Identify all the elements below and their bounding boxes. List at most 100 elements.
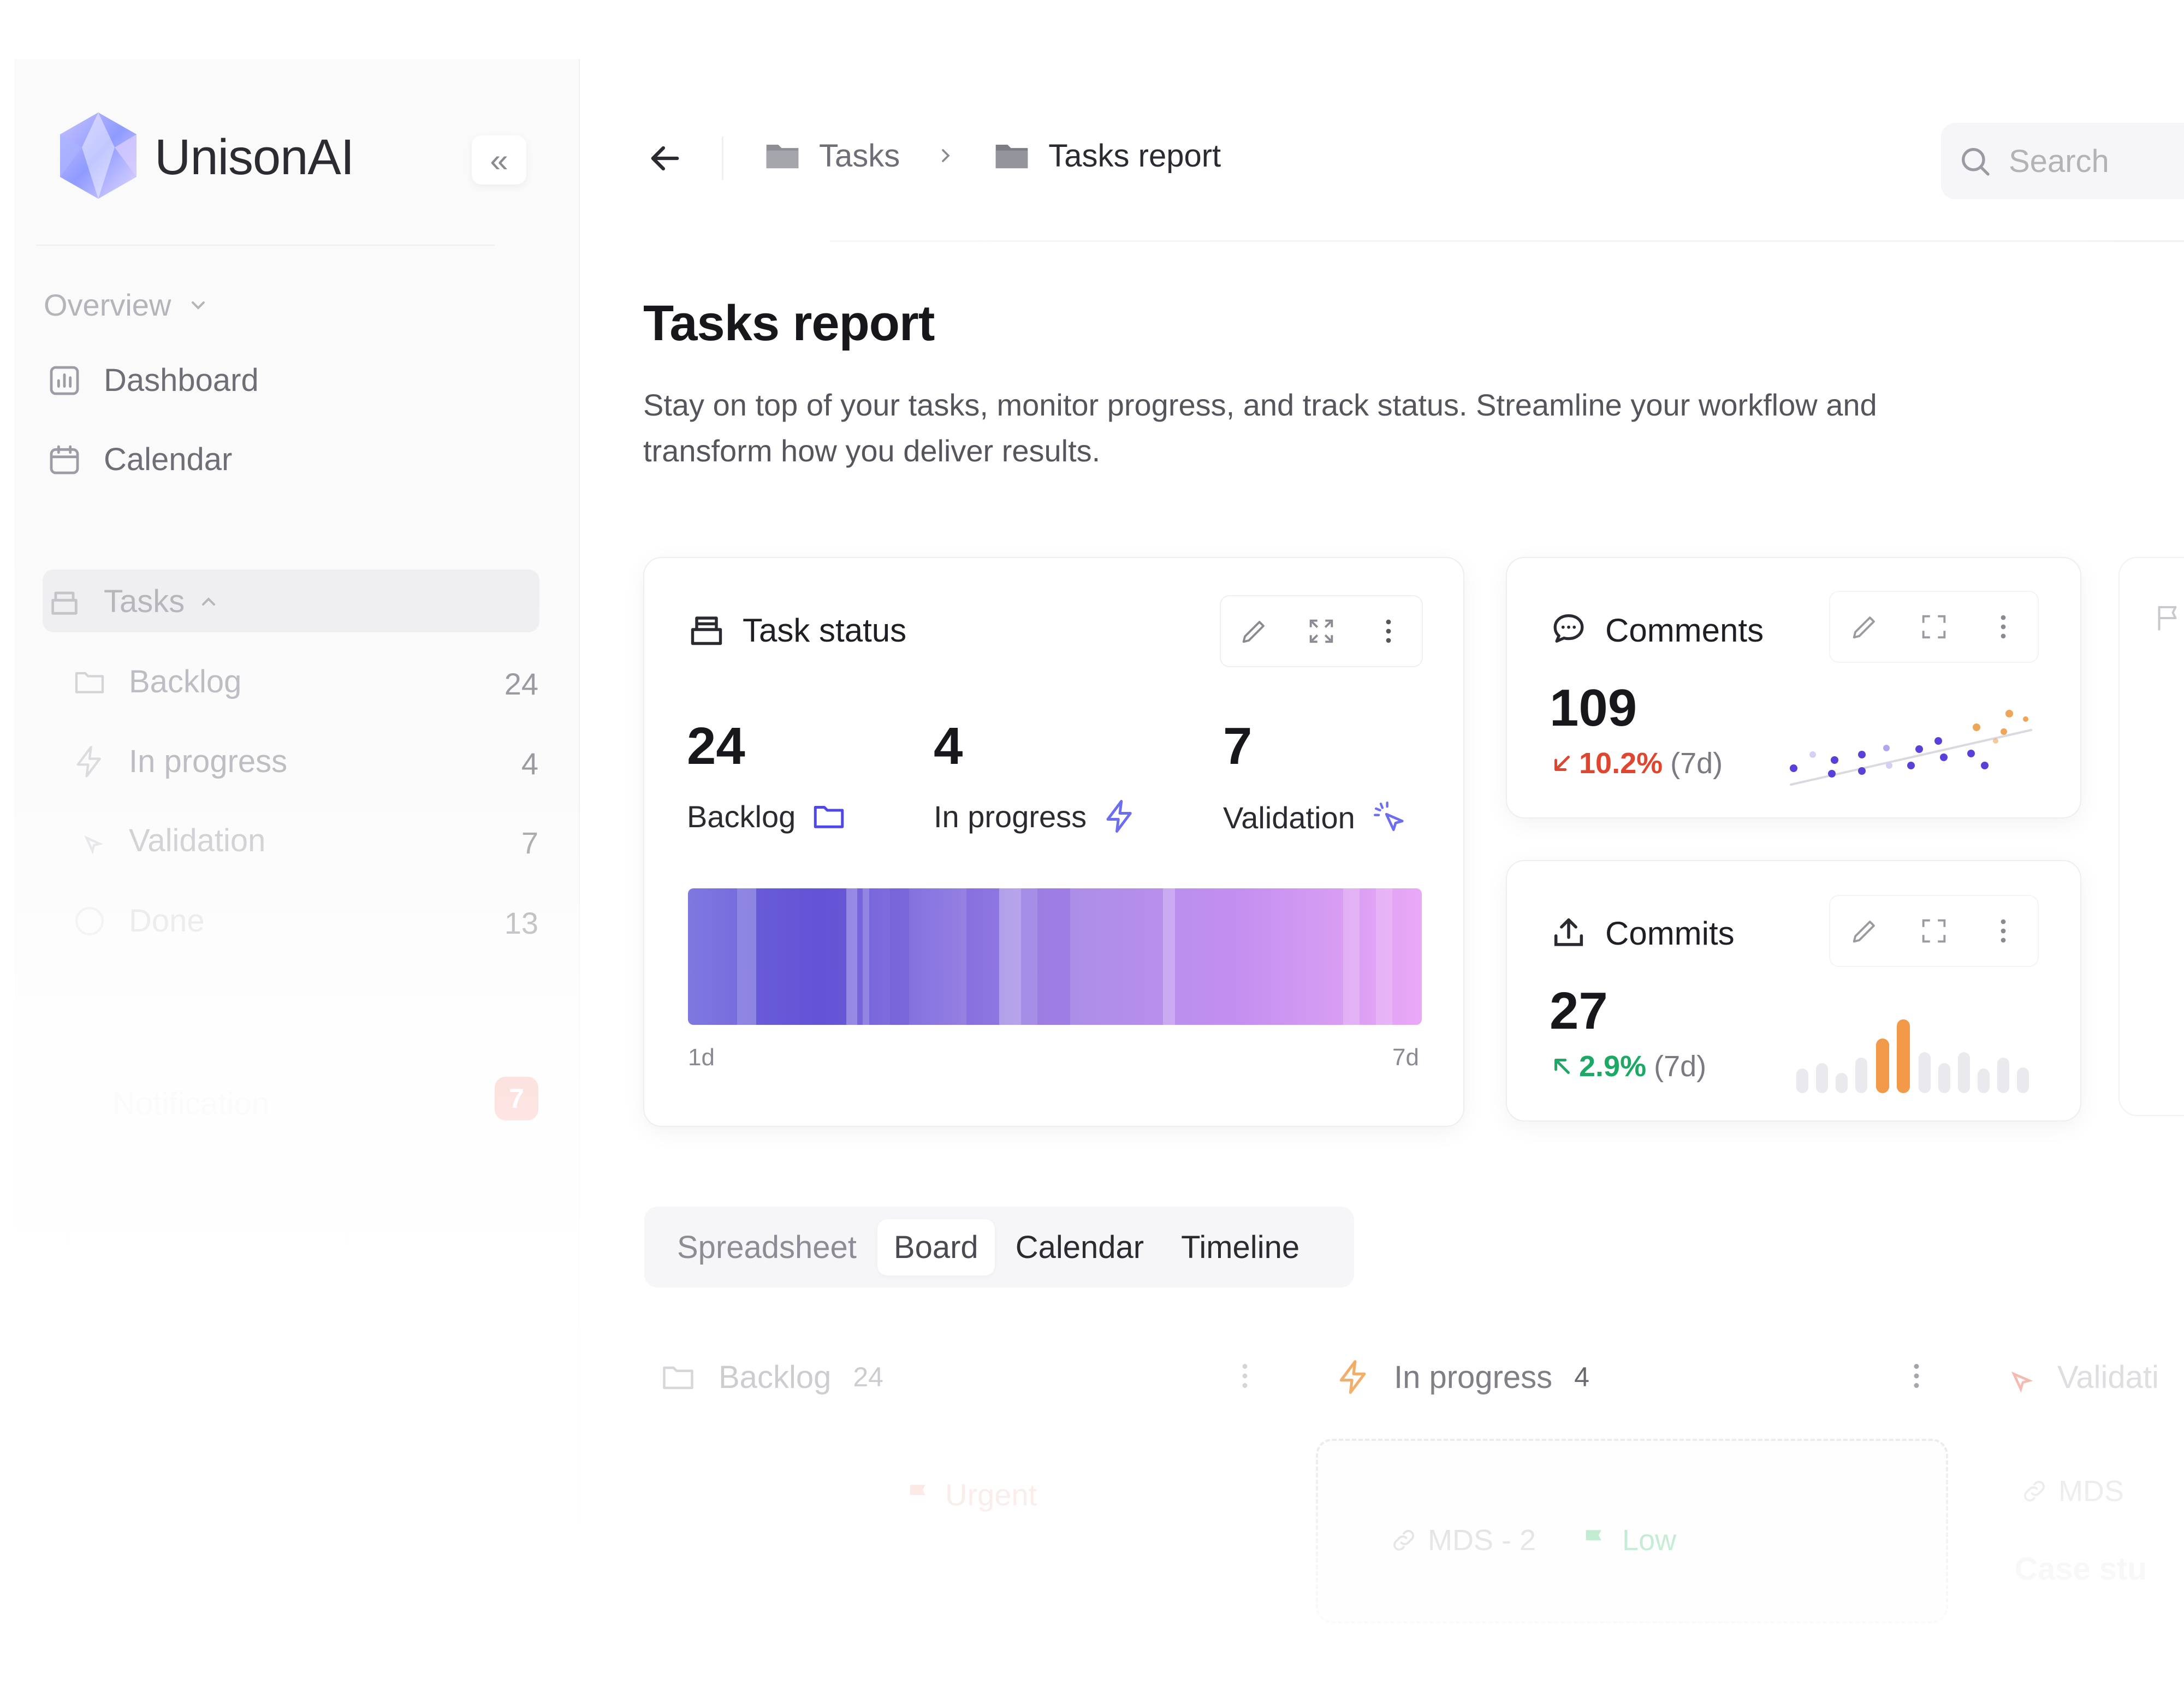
breadcrumb-tasks-report[interactable]: Tasks report [1048,138,1221,174]
expand-icon[interactable] [1918,611,1950,643]
sidebar-section-overview[interactable]: Overview [44,287,209,323]
logo-icon [55,109,142,202]
flag-icon [904,1480,934,1510]
link-icon [2020,1477,2049,1505]
sidebar-subitem-validation[interactable]: Validation [72,822,265,859]
back-button[interactable] [644,138,686,179]
sidebar-item-calendar[interactable]: Calendar [47,441,232,478]
chevron-right-icon [935,145,957,167]
link-icon [1390,1526,1418,1554]
folder-icon [660,1358,697,1396]
done-count: 13 [504,906,538,940]
partial-card-right [2118,557,2184,1116]
edit-icon[interactable] [1238,615,1270,647]
sidebar-item-dashboard[interactable]: Dashboard [47,362,259,399]
in-progress-count: 4 [521,746,538,781]
tab-timeline[interactable]: Timeline [1165,1219,1316,1275]
kanban-card-meta: MDS - 2 Low [1390,1523,1676,1557]
edit-icon[interactable] [1849,915,1880,947]
arrow-down-left-icon [1550,751,1575,776]
chart-icon [47,363,82,398]
validation-card-title: Case stu [2015,1551,2147,1587]
cursor-click-icon [1998,1358,2035,1396]
topbar-divider [722,137,723,180]
comments-delta: 10.2% (7d) [1550,746,1723,780]
card-priority: Low [1622,1524,1677,1557]
commits-bar-chart [1791,1008,2042,1101]
page-description: Stay on top of your tasks, monitor progr… [643,388,1877,468]
chevron-up-icon [198,591,219,613]
commits-card: Commits 27 2.9% (7d) [1506,860,2081,1122]
folder-icon [811,798,847,834]
commits-title: Commits [1605,915,1735,952]
comments-title: Comments [1605,612,1764,649]
header-divider [830,240,2184,242]
axis-end-label: 7d [1392,1044,1419,1071]
task-status-card: Task status 24 Backlog 4 In progress 7 V… [643,557,1464,1127]
tab-calendar[interactable]: Calendar [999,1219,1160,1275]
tray-icon [687,610,726,649]
sidebar-subitem-backlog[interactable]: Backlog [72,663,241,700]
comments-value: 109 [1550,679,1637,737]
more-vertical-icon[interactable] [1987,915,2019,947]
more-vertical-icon[interactable] [1228,1360,1261,1392]
validation-card-meta: MDS [2020,1474,2124,1508]
board-column-backlog[interactable]: Backlog 24 [660,1358,883,1396]
check-circle-icon [72,904,107,939]
expand-icon[interactable] [1305,615,1337,647]
commits-delta: 2.9% (7d) [1550,1049,1706,1083]
arrow-up-left-icon [1550,1054,1575,1079]
axis-start-label: 1d [688,1044,715,1071]
breadcrumb-tasks[interactable]: Tasks [819,138,900,174]
tab-board[interactable]: Board [877,1219,995,1275]
metric-in-progress-value: 4 [934,717,963,775]
task-status-title: Task status [743,612,907,649]
notification-badge: 7 [495,1077,538,1120]
lightning-icon [72,744,107,779]
comments-actions [1829,591,2039,663]
chat-bubble-icon [1550,609,1588,648]
sidebar-subitem-done[interactable]: Done [72,903,205,939]
folder-icon [992,135,1032,176]
flag-icon [2152,602,2184,634]
search-input[interactable]: Search [1941,123,2184,199]
backlog-card-priority: Urgent [904,1477,1037,1512]
arrow-left-icon [651,146,679,171]
chevron-down-icon [187,294,209,316]
backlog-count: 24 [504,667,538,701]
metric-backlog-label: Backlog [687,798,847,834]
more-vertical-icon[interactable] [1987,611,2019,643]
metric-in-progress-label: In progress [934,798,1138,834]
more-vertical-icon[interactable] [1373,615,1404,647]
search-icon [1957,144,1992,179]
metric-validation-value: 7 [1223,717,1253,775]
breadcrumb: Tasks Tasks report [762,135,1221,176]
board-column-validation[interactable]: Validati [1998,1358,2159,1396]
view-tabs: Spreadsheet Board Calendar Timeline [644,1207,1354,1287]
board-column-in-progress[interactable]: In progress 4 [1335,1358,1589,1396]
validation-count: 7 [521,826,538,860]
commits-actions [1829,895,2039,967]
cursor-click-icon [1370,798,1409,836]
comments-scatter-chart [1780,689,2042,798]
commits-value: 27 [1550,982,1608,1040]
tab-spreadsheet[interactable]: Spreadsheet [661,1219,873,1275]
comments-card: Comments 109 10.2% (7d) [1506,557,2081,818]
metric-backlog-value: 24 [687,717,745,775]
metric-validation-label: Validation [1223,798,1409,836]
sidebar-divider [36,245,495,246]
lightning-icon [1102,798,1138,834]
page-title: Tasks report [643,295,935,351]
folder-icon [72,664,107,699]
task-status-actions [1220,595,1423,667]
more-vertical-icon[interactable] [1900,1360,1933,1392]
sidebar-item-tasks[interactable]: Tasks [47,583,219,620]
folder-icon [762,135,803,176]
collapse-sidebar-button[interactable]: « [472,135,526,185]
status-progress-bar [688,888,1422,1025]
cursor-click-icon [72,823,107,858]
sidebar-item-notification[interactable]: Notification [112,1085,269,1122]
edit-icon[interactable] [1849,611,1880,643]
sidebar-subitem-in-progress[interactable]: In progress [72,743,287,780]
expand-icon[interactable] [1918,915,1950,947]
